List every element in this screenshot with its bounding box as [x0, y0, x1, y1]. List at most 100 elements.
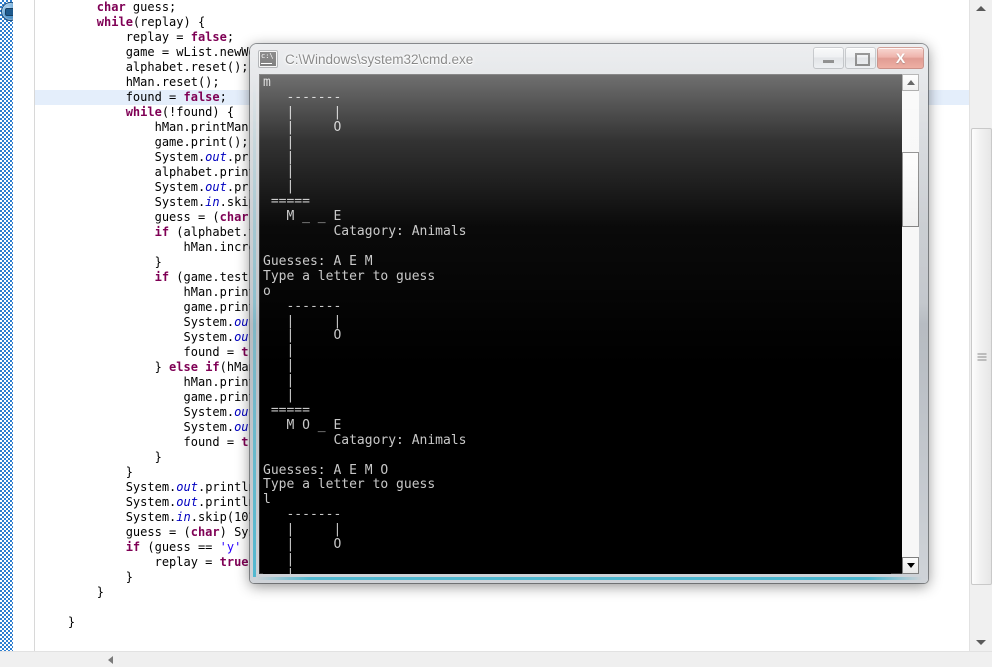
code-token: out	[176, 480, 198, 494]
maximize-icon	[855, 53, 870, 66]
editor-horizontal-track[interactable]	[119, 652, 992, 667]
code-token: alphabet.printN	[39, 165, 263, 179]
code-token: while	[96, 15, 133, 29]
code-token: false	[190, 30, 227, 44]
console-vertical-scrollbar[interactable]	[902, 74, 919, 574]
code-token: found =	[39, 90, 184, 104]
editor-vertical-scrollbar[interactable]	[969, 0, 992, 652]
editor-scroll-left-arrow[interactable]	[103, 652, 119, 667]
code-line: replay = false;	[35, 30, 970, 45]
code-token: char	[190, 525, 220, 539]
code-token: (replay) {	[132, 15, 206, 29]
breakpoint-ruler[interactable]	[0, 0, 13, 652]
code-token: if	[154, 270, 170, 284]
console-output-text: m ------- | | | O | | | | ===== M _ _ E …	[263, 76, 891, 574]
triangle-down-icon	[976, 640, 986, 645]
code-token: game.printA	[39, 390, 263, 404]
triangle-up-icon	[976, 6, 986, 11]
code-token: ;	[226, 30, 235, 44]
code-token: }	[39, 585, 105, 599]
code-token: System.	[39, 420, 235, 434]
code-line: }	[35, 585, 970, 600]
code-token: System.	[39, 510, 177, 524]
triangle-left-icon	[108, 656, 113, 664]
window-controls[interactable]: X	[813, 47, 924, 69]
code-token: }	[39, 615, 76, 629]
editor-gutter	[13, 0, 35, 652]
code-token: in	[176, 510, 191, 524]
code-token: System.	[39, 315, 235, 329]
code-token: game.print();	[39, 135, 249, 149]
aero-bottom-accent	[256, 577, 922, 580]
code-token: hMan.reset();	[39, 75, 220, 89]
code-token: out	[176, 495, 198, 509]
code-token: (game.test()	[169, 270, 263, 284]
code-token: System.	[39, 330, 235, 344]
code-token: System.	[39, 495, 177, 509]
code-token: out	[205, 180, 227, 194]
editor-scroll-down-arrow[interactable]	[970, 634, 992, 652]
code-token: found =	[39, 435, 242, 449]
scrollbar-grip-icon	[977, 353, 986, 360]
cmd-window[interactable]: C:\Windows\system32\cmd.exe X m ------- …	[250, 44, 928, 583]
code-token: found =	[39, 345, 242, 359]
code-token: replay =	[39, 555, 220, 569]
code-line: }	[35, 615, 970, 630]
code-token: hMan.printMan();	[39, 120, 271, 134]
aero-left-accent	[253, 78, 256, 577]
code-token: hMan.printM	[39, 285, 263, 299]
screen: char guess; while(replay) { replay = fal…	[0, 0, 992, 667]
code-token: hMan.increa	[39, 240, 263, 254]
code-token: else	[169, 360, 198, 374]
minimize-icon	[823, 60, 834, 63]
code-token: System.	[39, 405, 235, 419]
code-token: (guess ==	[140, 540, 220, 554]
code-token: }	[39, 465, 133, 479]
code-token: guess;	[125, 0, 177, 14]
console-scroll-up-arrow[interactable]	[902, 74, 919, 91]
code-token: }	[39, 450, 162, 464]
code-token: hMan.printM	[39, 375, 263, 389]
code-token: while	[125, 105, 162, 119]
code-token: out	[205, 150, 227, 164]
console-scroll-down-arrow[interactable]	[902, 557, 919, 574]
code-token: char	[219, 210, 249, 224]
maximize-button[interactable]	[845, 47, 876, 69]
code-token: guess = (	[39, 210, 220, 224]
cmd-console-icon	[259, 51, 277, 67]
console-client-area[interactable]: m ------- | | | O | | | | ===== M _ _ E …	[259, 74, 919, 574]
code-token: alphabet.reset();	[39, 60, 249, 74]
code-token: (!found) {	[161, 105, 235, 119]
code-token: in	[205, 195, 220, 209]
code-token: }	[39, 255, 162, 269]
editor-scroll-up-arrow[interactable]	[970, 0, 992, 18]
code-token: if	[154, 225, 170, 239]
triangle-down-icon	[907, 563, 915, 568]
editor-scrollbar-thumb[interactable]	[971, 128, 992, 585]
code-token: System.	[39, 180, 206, 194]
code-token: game.print(	[39, 300, 263, 314]
code-token: System.	[39, 195, 206, 209]
code-token: }	[39, 570, 133, 584]
code-token: if	[205, 360, 220, 374]
close-button[interactable]: X	[877, 47, 924, 69]
code-token: replay =	[39, 30, 191, 44]
code-token: char	[96, 0, 126, 14]
code-token: guess = (	[39, 525, 191, 539]
minimize-button[interactable]	[813, 47, 844, 69]
editor-horizontal-scrollbar[interactable]	[0, 651, 992, 667]
code-token: true	[219, 555, 249, 569]
close-icon: X	[895, 50, 906, 66]
code-token: ;	[219, 90, 227, 104]
code-token: false	[183, 90, 220, 104]
console-scrollbar-thumb[interactable]	[902, 152, 919, 227]
cmd-window-title: C:\Windows\system32\cmd.exe	[285, 51, 474, 67]
code-token: System.	[39, 480, 177, 494]
triangle-up-icon	[907, 80, 915, 85]
